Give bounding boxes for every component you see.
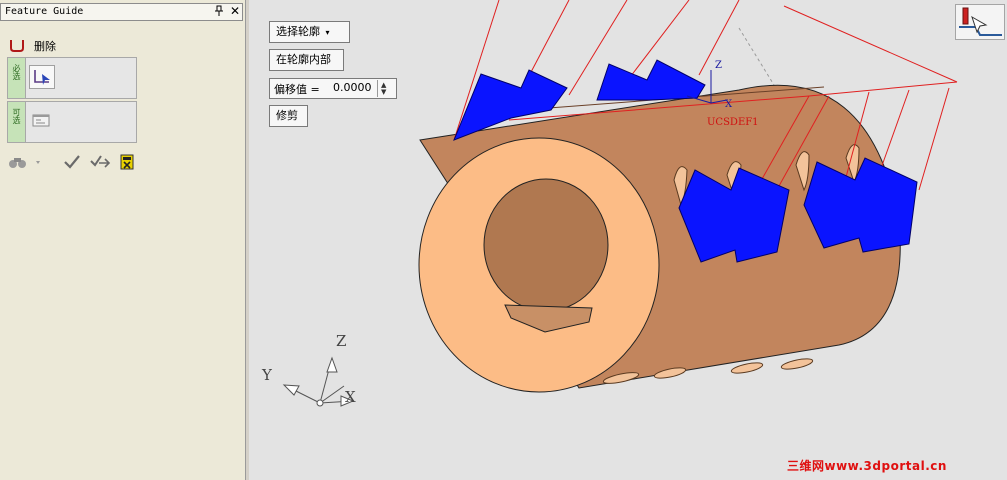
triad-z-label: Z xyxy=(336,332,346,350)
select-contour-step-button[interactable] xyxy=(29,65,55,89)
delete-label: 删除 xyxy=(34,40,56,53)
view-triad: Z Y X xyxy=(261,332,356,407)
wire-dashed-line xyxy=(738,27,775,86)
bore-hole xyxy=(483,178,609,312)
watermark: 三维网www.3dportal.cn xyxy=(787,459,947,473)
apply-check-icon[interactable] xyxy=(89,153,111,171)
step-tab-optional: 可选 xyxy=(8,102,26,142)
delete-icon xyxy=(8,37,26,53)
select-contour-label: 选择轮廓 xyxy=(276,25,320,38)
machining-tool-icon[interactable] xyxy=(955,4,1005,40)
inside-contour-button[interactable]: 在轮廓内部 xyxy=(269,49,344,71)
ucs-label: UCSDEF1 xyxy=(707,117,759,128)
step-tab-required: 必选 xyxy=(8,58,26,98)
check-icon[interactable] xyxy=(62,153,82,171)
offset-field[interactable]: 偏移值 = 0.0000 ▲ ▼ xyxy=(269,78,397,99)
pin-icon[interactable] xyxy=(214,5,224,20)
feature-guide-panel: Feature Guide ✕ 删除 必选 可选 xyxy=(0,0,246,480)
close-icon[interactable]: ✕ xyxy=(230,4,240,18)
options-step-button[interactable] xyxy=(29,109,55,133)
required-step[interactable]: 必选 xyxy=(7,57,137,99)
offset-label: 偏移值 = xyxy=(274,83,320,96)
trim-button[interactable]: 修剪 xyxy=(269,105,308,127)
panel-header: Feature Guide ✕ xyxy=(0,3,243,21)
ucs-z-label: Z xyxy=(715,60,722,71)
trim-label: 修剪 xyxy=(276,109,298,122)
model-canvas[interactable]: Z X UCSDEF1 Z Y X xyxy=(249,0,1007,480)
select-contour-dropdown[interactable]: 选择轮廓 ▾ xyxy=(269,21,350,43)
offset-spinner[interactable]: ▲ ▼ xyxy=(377,80,395,97)
offset-value[interactable]: 0.0000 xyxy=(333,81,372,94)
triad-y-label: Y xyxy=(261,366,273,384)
panel-title: Feature Guide xyxy=(5,6,84,17)
graphics-viewport[interactable]: Z X UCSDEF1 Z Y X xyxy=(249,0,1007,480)
spin-down-icon[interactable]: ▼ xyxy=(381,88,386,96)
binoculars-icon[interactable] xyxy=(8,153,40,171)
chevron-down-icon: ▾ xyxy=(325,28,330,37)
select-contour-icon xyxy=(34,70,50,85)
ucs-x-label: X xyxy=(725,99,733,110)
optional-step[interactable]: 可选 xyxy=(7,101,137,143)
options-icon xyxy=(32,114,50,127)
triad-x-label: X xyxy=(345,388,356,406)
inside-contour-label: 在轮廓内部 xyxy=(276,53,331,66)
calculator-icon[interactable] xyxy=(117,153,137,171)
